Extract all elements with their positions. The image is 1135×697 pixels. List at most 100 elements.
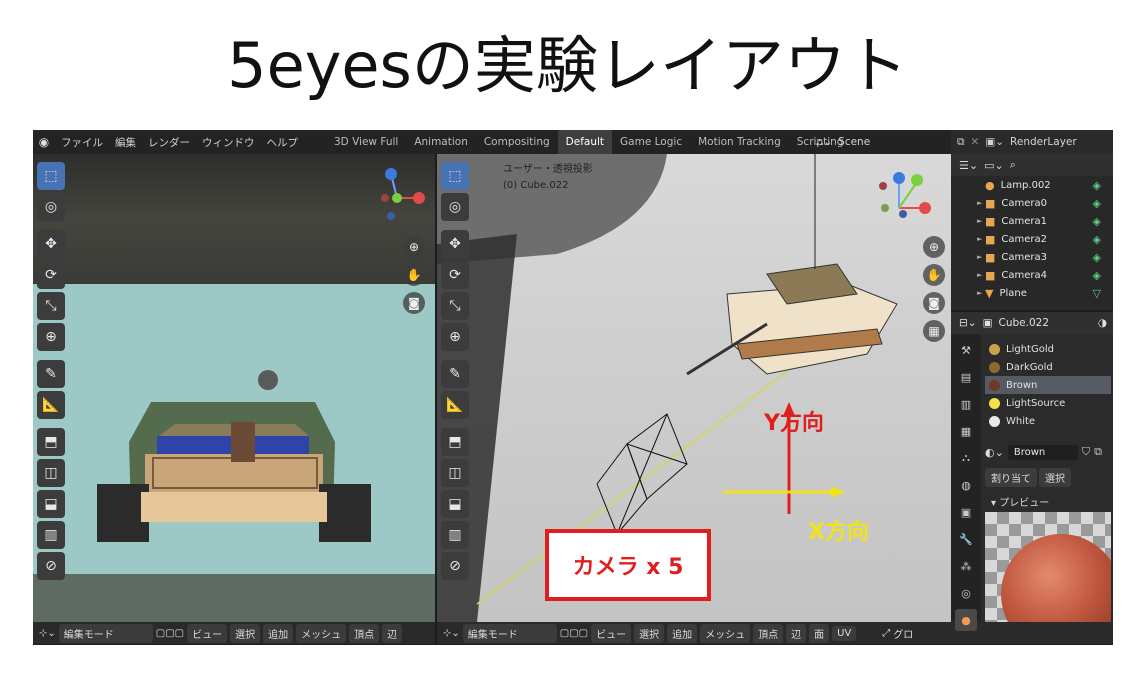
- outliner-item[interactable]: ► ■ Camera3 ◈: [951, 248, 1113, 266]
- assign-button[interactable]: 割り当て: [985, 468, 1037, 487]
- hand-icon[interactable]: ✋: [403, 264, 425, 286]
- menu-view[interactable]: ビュー: [591, 623, 632, 643]
- menu-mesh[interactable]: メッシュ: [296, 623, 347, 643]
- measure-icon[interactable]: 📐: [441, 391, 469, 419]
- menu-edit[interactable]: 編集: [109, 135, 142, 150]
- tab-default[interactable]: Default: [557, 130, 613, 154]
- blender-logo-icon[interactable]: ◉: [33, 135, 55, 149]
- pin-icon[interactable]: ◑: [1098, 317, 1107, 329]
- outliner-item[interactable]: ► ▼ Plane ▽: [951, 284, 1113, 302]
- mode-select[interactable]: 編集モード: [462, 623, 557, 643]
- tool-tab-icon[interactable]: ⚒: [955, 339, 977, 361]
- select-box-icon[interactable]: ⬚: [37, 162, 65, 190]
- object-tab-icon[interactable]: ▣: [955, 501, 977, 523]
- menu-edge[interactable]: 辺: [786, 623, 807, 643]
- tab-motion-tracking[interactable]: Motion Tracking: [690, 130, 789, 154]
- material-slot[interactable]: White: [985, 412, 1111, 430]
- transform-icon[interactable]: ⊕: [37, 323, 65, 351]
- menu-window[interactable]: ウィンドウ: [196, 135, 261, 150]
- outliner-item[interactable]: ● Lamp.002 ◈: [951, 176, 1113, 194]
- menu-render[interactable]: レンダー: [142, 135, 196, 150]
- grid-icon[interactable]: ▦: [923, 320, 945, 342]
- expand-icon[interactable]: ►: [977, 289, 982, 297]
- loop-cut-icon[interactable]: ▥: [37, 521, 65, 549]
- view-layer-tab-icon[interactable]: ▦: [955, 420, 977, 442]
- editor-type-icon[interactable]: ⊹⌄: [443, 628, 460, 639]
- rotate-icon[interactable]: ⟳: [37, 261, 65, 289]
- annotate-icon[interactable]: ✎: [441, 360, 469, 388]
- transform-icon[interactable]: ⊕: [441, 323, 469, 351]
- camera-view-icon[interactable]: ◙: [403, 292, 425, 314]
- menu-add[interactable]: 追加: [263, 623, 294, 643]
- scale-icon[interactable]: ⤡: [37, 292, 65, 320]
- material-name-field[interactable]: Brown: [1007, 444, 1078, 460]
- fake-user-icon[interactable]: ⛉: [1082, 445, 1090, 459]
- cursor-icon[interactable]: ◎: [441, 193, 469, 221]
- knife-icon[interactable]: ⊘: [441, 552, 469, 580]
- viewport-camera[interactable]: ⬚ ◎ ✥ ⟳ ⤡ ⊕ ✎ 📐 ⬒ ◫ ⬓ ▥ ⊘ ⊕ ✋ ◙: [33, 154, 435, 622]
- outliner-item[interactable]: ► ■ Camera0 ◈: [951, 194, 1113, 212]
- cursor-icon[interactable]: ◎: [37, 193, 65, 221]
- hand-icon[interactable]: ✋: [923, 264, 945, 286]
- tab-game-logic[interactable]: Game Logic: [612, 130, 690, 154]
- menu-vertex[interactable]: 頂点: [753, 623, 784, 643]
- material-slot[interactable]: DarkGold: [985, 358, 1111, 376]
- bevel-icon[interactable]: ⬓: [37, 490, 65, 518]
- physics-tab-icon[interactable]: ◎: [955, 582, 977, 604]
- expand-icon[interactable]: ►: [977, 235, 982, 243]
- extrude-icon[interactable]: ⬒: [37, 428, 65, 456]
- knife-icon[interactable]: ⊘: [37, 552, 65, 580]
- menu-face[interactable]: 面: [809, 623, 830, 643]
- outliner-item[interactable]: ► ■ Camera2 ◈: [951, 230, 1113, 248]
- inset-icon[interactable]: ◫: [441, 459, 469, 487]
- scene-selector[interactable]: ⛬⌄ Scene: [816, 130, 870, 154]
- menu-mesh[interactable]: メッシュ: [700, 623, 751, 643]
- loop-cut-icon[interactable]: ▥: [441, 521, 469, 549]
- camera-view-icon[interactable]: ◙: [923, 292, 945, 314]
- render-tab-icon[interactable]: ▤: [955, 366, 977, 388]
- navigation-gizmo[interactable]: [377, 164, 435, 224]
- display-mode-icon[interactable]: ☰⌄: [959, 159, 978, 172]
- transform-orientation[interactable]: グロ: [893, 626, 913, 641]
- expand-icon[interactable]: ►: [977, 199, 982, 207]
- menu-select[interactable]: 選択: [230, 623, 261, 643]
- material-tab-icon[interactable]: ●: [955, 609, 977, 631]
- menu-select[interactable]: 選択: [634, 623, 665, 643]
- duplicate-icon[interactable]: ⧉: [1094, 445, 1102, 459]
- move-icon[interactable]: ✥: [37, 230, 65, 258]
- zoom-icon[interactable]: ⊕: [403, 236, 425, 258]
- modifier-tab-icon[interactable]: 🔧: [955, 528, 977, 550]
- particles-tab-icon[interactable]: ⁂: [955, 555, 977, 577]
- menu-view[interactable]: ビュー: [187, 623, 228, 643]
- menu-help[interactable]: ヘルプ: [261, 135, 305, 150]
- select-button[interactable]: 選択: [1039, 468, 1071, 487]
- expand-icon[interactable]: ►: [977, 253, 982, 261]
- scale-icon[interactable]: ⤡: [441, 292, 469, 320]
- inset-icon[interactable]: ◫: [37, 459, 65, 487]
- tab-compositing[interactable]: Compositing: [476, 130, 558, 154]
- outliner-item[interactable]: ► ■ Camera1 ◈: [951, 212, 1113, 230]
- select-box-icon[interactable]: ⬚: [441, 162, 469, 190]
- editor-type-icon[interactable]: ⊹⌄: [39, 628, 56, 639]
- select-mode-icons[interactable]: ▢▢▢: [560, 628, 588, 639]
- tab-3d-view-full[interactable]: 3D View Full: [326, 130, 406, 154]
- measure-icon[interactable]: 📐: [37, 391, 65, 419]
- search-icon[interactable]: ⌕: [1010, 158, 1016, 172]
- scene-tab-icon[interactable]: ⛬: [955, 447, 977, 469]
- close-icon[interactable]: ✕: [971, 136, 980, 148]
- mode-select[interactable]: 編集モード: [58, 623, 153, 643]
- material-slot[interactable]: Brown: [985, 376, 1111, 394]
- menu-add[interactable]: 追加: [667, 623, 698, 643]
- filter-icon[interactable]: ▭⌄: [984, 159, 1004, 172]
- expand-icon[interactable]: ►: [977, 217, 982, 225]
- expand-icon[interactable]: ►: [977, 271, 982, 279]
- copy-icon[interactable]: ⧉: [957, 136, 965, 149]
- select-mode-icons[interactable]: ▢▢▢: [156, 628, 184, 639]
- menu-vertex[interactable]: 頂点: [349, 623, 380, 643]
- material-browse-icon[interactable]: ◐⌄: [985, 446, 1004, 459]
- tab-animation[interactable]: Animation: [406, 130, 476, 154]
- rotate-icon[interactable]: ⟳: [441, 261, 469, 289]
- output-tab-icon[interactable]: ▥: [955, 393, 977, 415]
- zoom-icon[interactable]: ⊕: [923, 236, 945, 258]
- render-layer-selector[interactable]: ⧉ ✕ ▣⌄ RenderLayer: [951, 130, 1113, 154]
